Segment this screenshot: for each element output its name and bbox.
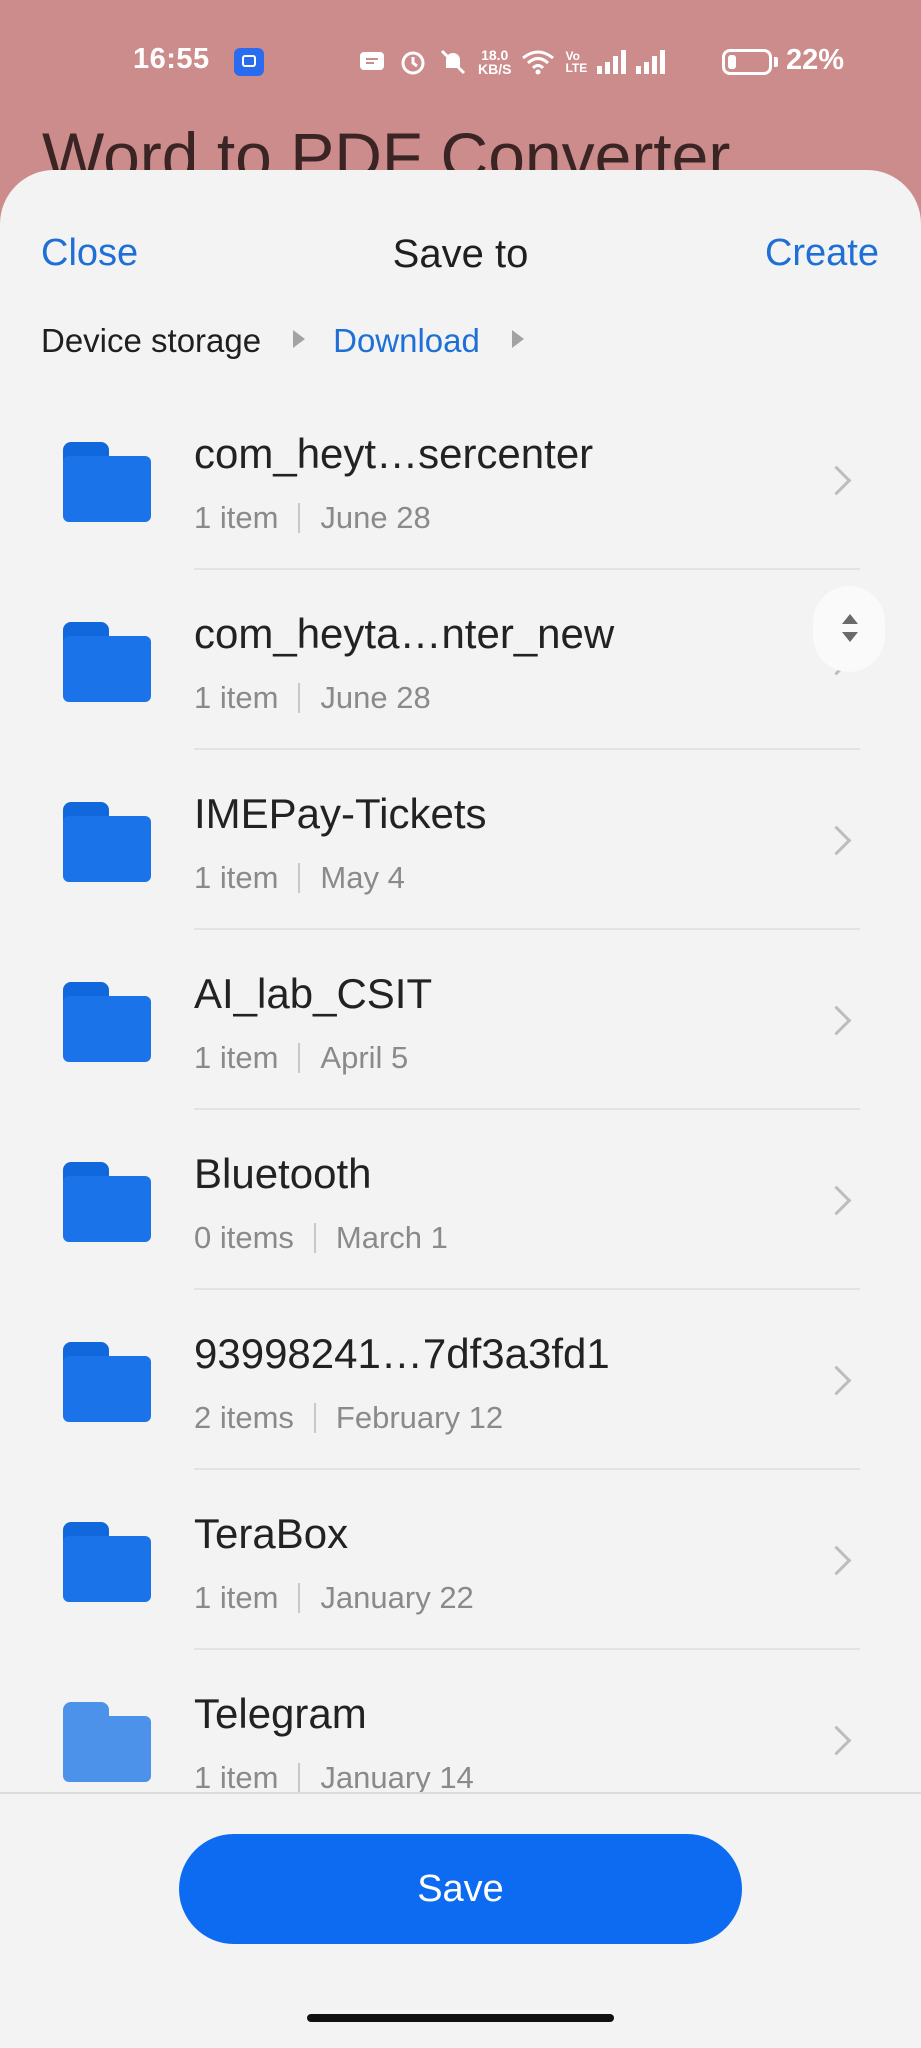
breadcrumb-download[interactable]: Download: [333, 322, 480, 360]
folder-row[interactable]: Bluetooth 0 items March 1: [0, 1110, 921, 1290]
folder-name: 93998241…7df3a3fd1: [194, 1330, 610, 1377]
folder-row[interactable]: com_heyt…sercenter 1 item June 28: [0, 390, 921, 570]
breadcrumb-separator-icon: [293, 330, 306, 348]
meta-divider: [313, 1223, 316, 1253]
folder-icon: [63, 1522, 151, 1602]
create-folder-button[interactable]: Create: [765, 232, 879, 275]
folder-name: TeraBox: [194, 1510, 349, 1557]
folder-icon: [63, 1162, 151, 1242]
folder-meta: 1 item June 28: [194, 500, 431, 536]
mute-icon: [440, 49, 466, 75]
folder-list: com_heyt…sercenter 1 item June 28 com_heyta…: [0, 390, 921, 1830]
breadcrumb-device-storage[interactable]: Device storage: [41, 322, 261, 360]
sort-toggle-button[interactable]: [813, 586, 885, 672]
folder-date: April 5: [320, 1040, 409, 1075]
folder-icon: [63, 982, 151, 1062]
meta-divider: [298, 1043, 301, 1073]
sheet-footer: Save: [0, 1792, 921, 2048]
status-bar: 16:55 18.0 KB/S Vo LTE 22%: [0, 0, 921, 120]
meta-divider: [298, 683, 301, 713]
chevron-right-icon: [821, 1365, 852, 1396]
folder-icon: [63, 622, 151, 702]
chevron-right-icon: [821, 1545, 852, 1576]
sheet-header: Close Save to Create: [0, 170, 921, 290]
folder-item-count: 2 items: [194, 1400, 294, 1435]
folder-item-count: 1 item: [194, 500, 279, 535]
chevron-right-icon: [821, 1005, 852, 1036]
message-icon: [360, 52, 384, 70]
folder-icon: [63, 1342, 151, 1422]
signal-icon: [636, 50, 666, 74]
volte-icon: Vo LTE: [565, 50, 587, 74]
meta-divider: [298, 1583, 301, 1613]
app-notification-icon: [234, 48, 264, 76]
sort-up-icon: [842, 614, 858, 624]
sort-down-icon: [842, 632, 858, 642]
save-button[interactable]: Save: [179, 1834, 742, 1944]
folder-row[interactable]: TeraBox 1 item January 22: [0, 1470, 921, 1650]
meta-divider: [298, 863, 301, 893]
folder-icon: [63, 1702, 151, 1782]
battery-icon: [722, 49, 772, 75]
status-time: 16:55: [133, 43, 210, 75]
network-speed: 18.0 KB/S: [478, 48, 511, 76]
chevron-right-icon: [821, 465, 852, 496]
folder-row[interactable]: IMEPay-Tickets 1 item May 4: [0, 750, 921, 930]
battery-percent: 22%: [786, 44, 845, 76]
chevron-right-icon: [821, 1725, 852, 1756]
folder-item-count: 1 item: [194, 1760, 279, 1795]
folder-item-count: 1 item: [194, 1580, 279, 1615]
breadcrumb-separator-icon: [511, 330, 524, 348]
folder-date: June 28: [320, 500, 431, 535]
folder-meta: 1 item January 14: [194, 1760, 474, 1796]
folder-item-count: 0 items: [194, 1220, 294, 1255]
signal-icon: [597, 50, 627, 74]
meta-divider: [298, 503, 301, 533]
volte-bottom: LTE: [565, 61, 588, 75]
home-indicator[interactable]: [307, 2014, 614, 2022]
folder-item-count: 1 item: [194, 680, 279, 715]
folder-meta: 1 item April 5: [194, 1040, 408, 1076]
folder-meta: 1 item May 4: [194, 860, 405, 896]
folder-name: Telegram: [194, 1690, 367, 1737]
folder-item-count: 1 item: [194, 860, 279, 895]
folder-meta: 2 items February 12: [194, 1400, 503, 1436]
network-speed-unit: KB/S: [478, 61, 512, 77]
meta-divider: [313, 1403, 316, 1433]
folder-date: June 28: [320, 680, 431, 715]
folder-name: Bluetooth: [194, 1150, 372, 1197]
folder-date: January 22: [320, 1580, 474, 1615]
chevron-right-icon: [821, 1185, 852, 1216]
folder-date: February 12: [335, 1400, 504, 1435]
folder-row[interactable]: AI_lab_CSIT 1 item April 5: [0, 930, 921, 1110]
folder-meta: 1 item June 28: [194, 680, 431, 716]
folder-date: March 1: [335, 1220, 448, 1255]
folder-row[interactable]: 93998241…7df3a3fd1 2 items February 12: [0, 1290, 921, 1470]
alarm-icon: [401, 51, 425, 75]
folder-icon: [63, 442, 151, 522]
folder-date: May 4: [320, 860, 405, 895]
status-icons: 18.0 KB/S Vo LTE: [358, 44, 666, 80]
battery-cap: [774, 57, 778, 67]
folder-name: AI_lab_CSIT: [194, 970, 433, 1017]
breadcrumb: Device storage Download: [41, 322, 552, 360]
folder-date: January 14: [320, 1760, 474, 1795]
folder-item-count: 1 item: [194, 1040, 279, 1075]
meta-divider: [298, 1763, 301, 1793]
folder-meta: 0 items March 1: [194, 1220, 448, 1256]
wifi-icon: [522, 50, 555, 75]
chevron-right-icon: [821, 825, 852, 856]
folder-icon: [63, 802, 151, 882]
folder-name: com_heyt…sercenter: [194, 430, 594, 477]
folder-name: com_heyta…nter_new: [194, 610, 615, 657]
folder-name: IMEPay-Tickets: [194, 790, 487, 837]
save-to-sheet: Close Save to Create Device storage Down…: [0, 170, 921, 2048]
battery-fill: [728, 55, 736, 69]
folder-row[interactable]: com_heyta…nter_new 1 item June 28: [0, 570, 921, 750]
folder-meta: 1 item January 22: [194, 1580, 474, 1616]
